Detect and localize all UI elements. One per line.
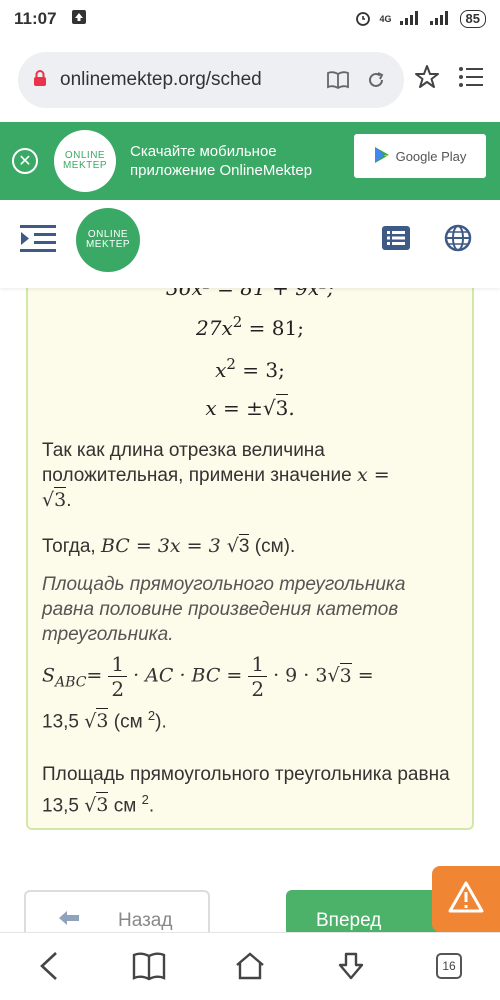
google-play-label: Google Play bbox=[395, 148, 467, 164]
fraction-2-numerator: 1 bbox=[248, 652, 268, 677]
sidebar-toggle-icon[interactable] bbox=[20, 224, 56, 254]
fraction-1-numerator: 1 bbox=[108, 652, 128, 677]
url-text[interactable]: onlinemektep.org/sched bbox=[60, 69, 314, 91]
p5-end: . bbox=[148, 795, 155, 817]
site-logo-line2: MEKTEP bbox=[85, 239, 131, 250]
p2-radicand: 3 bbox=[238, 534, 250, 557]
site-logo[interactable]: ONLINE MEKTEP bbox=[76, 208, 140, 272]
p1-text: Так как длина отрезка величина положител… bbox=[42, 440, 357, 486]
back-button-label: Назад bbox=[118, 910, 173, 931]
lock-icon bbox=[32, 69, 48, 92]
paragraph-final-answer: Площадь прямоугольного треугольника равн… bbox=[42, 764, 450, 817]
fraction-2-denominator: 2 bbox=[251, 677, 265, 701]
p4-result: 13,5 bbox=[42, 711, 85, 733]
equation-2: x2 = 3; bbox=[28, 355, 472, 382]
browser-menu-icon[interactable] bbox=[458, 66, 484, 93]
eq2-exponent: 2 bbox=[226, 355, 236, 373]
p4-unit-end: ). bbox=[155, 711, 167, 733]
address-bar[interactable]: onlinemektep.org/sched bbox=[18, 52, 404, 108]
signal-icon-2 bbox=[429, 10, 452, 28]
equation-1: 27x2 = 81; bbox=[28, 313, 472, 340]
equation-3: x = ±√3. bbox=[205, 394, 295, 420]
fraction-1-denominator: 2 bbox=[111, 677, 125, 701]
paragraph-positive-value: Так как длина отрезка величина положител… bbox=[42, 440, 390, 511]
close-icon: ✕ bbox=[18, 153, 32, 170]
signal-icon bbox=[399, 10, 422, 28]
reload-icon[interactable] bbox=[362, 69, 390, 91]
site-header: ONLINE MEKTEP bbox=[0, 200, 500, 288]
paragraph-area-formula: SABC= 1 2 · AC · BC = 1 2 · 9 · 3√3 = 13,5 √3 … bbox=[42, 652, 374, 733]
solution-card: 36x² = 81 + 9x²; 27x2 = 81; x2 = 3; x = … bbox=[26, 262, 474, 830]
p4-unit: (см bbox=[108, 711, 148, 733]
p4-tail: · 9 · 3 bbox=[273, 664, 328, 687]
tab-count-button[interactable]: 16 bbox=[436, 953, 462, 979]
eq1-left: 27x bbox=[196, 316, 233, 340]
eq2-left: x bbox=[215, 358, 227, 382]
p5-exponent: 2 bbox=[141, 792, 149, 807]
fraction-half-2: 12 bbox=[248, 652, 268, 701]
p2-text: Тогда, bbox=[42, 536, 101, 557]
alarm-icon bbox=[354, 9, 372, 30]
eq1-right: = 81; bbox=[242, 316, 304, 340]
paragraph-area-rule: Площадь прямоугольного треугольника равн… bbox=[42, 574, 406, 645]
list-icon[interactable] bbox=[382, 226, 410, 255]
download-icon[interactable] bbox=[336, 951, 366, 986]
report-problem-button[interactable] bbox=[432, 866, 500, 932]
browser-bottom-nav: 16 bbox=[0, 932, 500, 1000]
reader-mode-icon[interactable] bbox=[324, 70, 352, 90]
p4-sub: ABC bbox=[55, 674, 87, 691]
play-store-icon bbox=[374, 146, 390, 167]
eq1-exponent: 2 bbox=[232, 313, 243, 331]
eq3-left: x = ± bbox=[205, 396, 263, 420]
p4-eq2: = bbox=[351, 664, 374, 687]
app-promo-banner: ✕ ONLINE MEKTEP Скачайте мобильное прило… bbox=[0, 122, 500, 200]
p1-radicand: 3 bbox=[54, 487, 67, 511]
fraction-half-1: 12 bbox=[108, 652, 128, 701]
p5-radicand: 3 bbox=[96, 792, 109, 817]
arrow-left-icon bbox=[58, 910, 80, 932]
next-button-label: Вперед bbox=[316, 910, 382, 931]
globe-icon[interactable] bbox=[444, 224, 472, 257]
p2-math: BC = 3x = 3 bbox=[100, 535, 227, 557]
p4-radicand: 3 bbox=[339, 662, 352, 687]
status-bar: 11:07 4G 85 bbox=[0, 0, 500, 38]
eq3-radicand: 3 bbox=[275, 394, 289, 420]
warning-icon bbox=[448, 881, 484, 918]
p4-s: S bbox=[42, 664, 56, 687]
promo-logo: ONLINE MEKTEP bbox=[54, 130, 116, 192]
p2-unit: (см). bbox=[249, 536, 296, 557]
p5-unit: см bbox=[108, 795, 142, 817]
eq3-dot: . bbox=[288, 396, 295, 420]
p4-mid: · AC · BC = bbox=[133, 664, 243, 687]
p1-dot: . bbox=[66, 490, 72, 511]
promo-text: Скачайте мобильное приложение OnlineMekt… bbox=[130, 143, 313, 179]
bookmarks-icon[interactable] bbox=[132, 951, 166, 986]
p1-x: x = bbox=[356, 464, 390, 486]
upload-icon bbox=[71, 9, 87, 30]
p4-result-radicand: 3 bbox=[96, 708, 109, 733]
close-banner-button[interactable]: ✕ bbox=[12, 148, 38, 174]
p4-eq: = bbox=[86, 664, 103, 687]
browser-toolbar: onlinemektep.org/sched bbox=[0, 38, 500, 122]
eq2-right: = 3; bbox=[235, 358, 285, 382]
home-icon[interactable] bbox=[234, 951, 266, 986]
back-arrow-icon[interactable] bbox=[38, 951, 60, 986]
google-play-button[interactable]: Google Play bbox=[354, 134, 486, 178]
network-label: 4G bbox=[379, 14, 392, 24]
battery-indicator: 85 bbox=[459, 10, 486, 28]
star-icon[interactable] bbox=[414, 64, 440, 95]
promo-logo-line2: MEKTEP bbox=[62, 160, 108, 171]
status-time: 11:07 bbox=[14, 9, 57, 28]
paragraph-bc-value: Тогда, BC = 3x = 3 √3 (см). bbox=[42, 534, 296, 557]
